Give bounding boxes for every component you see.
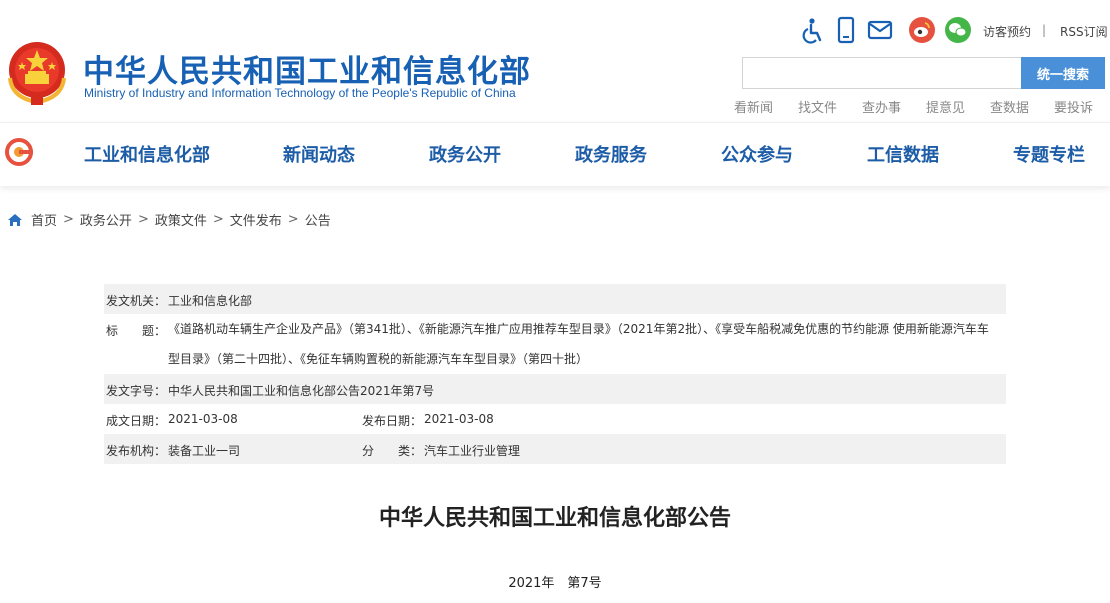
info-row-title: 标 题： 《道路机动车辆生产企业及产品》（第341批）、《新能源汽车推广应用推荐… — [104, 314, 1006, 374]
nav-item-news[interactable]: 新闻动态 — [283, 141, 355, 167]
quick-link-feedback[interactable]: 提意见 — [926, 97, 965, 116]
breadcrumb-separator: > — [137, 212, 149, 227]
rss-link[interactable]: RSS订阅 — [1060, 23, 1108, 40]
published-date-value: 2021-03-08 — [424, 412, 494, 426]
doc-number-value: 中华人民共和国工业和信息化部公告2021年第7号 — [168, 384, 435, 398]
document-heading: 中华人民共和国工业和信息化部公告 — [378, 506, 731, 531]
published-date-label: 发布日期： — [362, 414, 423, 428]
org-label: 发布机构： — [106, 444, 167, 458]
breadcrumb: 首页 > 政务公开 > 政策文件 > 文件发布 > 公告 — [7, 210, 331, 229]
nav-item-topics[interactable]: 专题专栏 — [1013, 141, 1085, 167]
nav-item-participation[interactable]: 公众参与 — [721, 141, 793, 167]
quick-link-services[interactable]: 查办事 — [862, 97, 901, 116]
visitor-booking-link[interactable]: 访客预约 — [983, 23, 1031, 40]
document-number: 2021年 第7号 — [508, 576, 602, 591]
title-label: 标 题： — [106, 324, 167, 338]
home-icon[interactable] — [7, 213, 23, 227]
breadcrumb-separator: > — [63, 212, 74, 227]
quick-link-complaint[interactable]: 要投诉 — [1054, 97, 1093, 116]
info-row-doc-number: 发文字号： 中华人民共和国工业和信息化部公告2021年第7号 — [104, 374, 1006, 404]
search-input[interactable] — [742, 57, 1022, 89]
unified-search-button[interactable]: 统一搜索 — [1021, 57, 1105, 89]
info-row-dates: 成文日期： 2021-03-08 发布日期： 2021-03-08 — [104, 404, 1006, 434]
title-value: 《道路机动车辆生产企业及产品》（第341批）、《新能源汽车推广应用推荐车型目录》… — [168, 322, 989, 366]
breadcrumb-announcement[interactable]: 公告 — [305, 210, 331, 229]
wechat-icon[interactable] — [944, 16, 972, 44]
toolbar-separator: | — [1042, 23, 1047, 37]
category-value: 汽车工业行业管理 — [424, 444, 521, 458]
quick-links: 看新闻 找文件 查办事 提意见 查数据 要投诉 — [734, 97, 1104, 116]
accessibility-icon[interactable] — [798, 16, 826, 44]
nav-item-gov-services[interactable]: 政务服务 — [575, 141, 647, 167]
category-label: 分 类： — [362, 444, 423, 458]
ministry-logo-icon — [5, 138, 33, 166]
breadcrumb-policy-files[interactable]: 政策文件 — [155, 210, 207, 229]
breadcrumb-home[interactable]: 首页 — [31, 210, 57, 229]
nav-item-data[interactable]: 工信数据 — [867, 141, 939, 167]
breadcrumb-separator: > — [212, 212, 224, 227]
breadcrumb-file-release[interactable]: 文件发布 — [230, 210, 282, 229]
mail-icon[interactable] — [866, 16, 894, 44]
quick-link-data[interactable]: 查数据 — [990, 97, 1029, 116]
info-row-issuer: 发文机关： 工业和信息化部 — [104, 284, 1006, 314]
created-date-label: 成文日期： — [106, 414, 167, 428]
site-header: 中华人民共和国工业和信息化部 Ministry of Industry and … — [0, 0, 1110, 122]
nav-item-gov-affairs[interactable]: 政务公开 — [429, 141, 501, 167]
nav-item-ministry[interactable]: 工业和信息化部 — [84, 141, 210, 167]
main-nav: 工业和信息化部 新闻动态 政务公开 政务服务 公众参与 工信数据 专题专栏 — [0, 122, 1110, 186]
doc-number-label: 发文字号： — [106, 384, 167, 398]
issuer-value: 工业和信息化部 — [168, 294, 253, 308]
site-title: 中华人民共和国工业和信息化部 — [83, 54, 531, 90]
breadcrumb-gov-affairs[interactable]: 政务公开 — [80, 210, 132, 229]
quick-link-news[interactable]: 看新闻 — [734, 97, 773, 116]
mobile-icon[interactable] — [832, 16, 860, 44]
info-row-org: 发布机构： 装备工业一司 分 类： 汽车工业行业管理 — [104, 434, 1006, 464]
top-toolbar: 访客预约 | RSS订阅 — [796, 16, 1108, 46]
weibo-icon[interactable] — [908, 16, 936, 44]
breadcrumb-separator: > — [287, 212, 299, 227]
created-date-value: 2021-03-08 — [168, 412, 238, 426]
national-emblem-icon — [8, 42, 66, 105]
quick-link-files[interactable]: 找文件 — [798, 97, 837, 116]
site-subtitle: Ministry of Industry and Information Tec… — [84, 86, 516, 100]
issuer-label: 发文机关： — [106, 294, 167, 308]
org-value: 装备工业一司 — [168, 444, 241, 458]
document-info-table: 发文机关： 工业和信息化部 标 题： 《道路机动车辆生产企业及产品》（第341批… — [104, 284, 1006, 464]
